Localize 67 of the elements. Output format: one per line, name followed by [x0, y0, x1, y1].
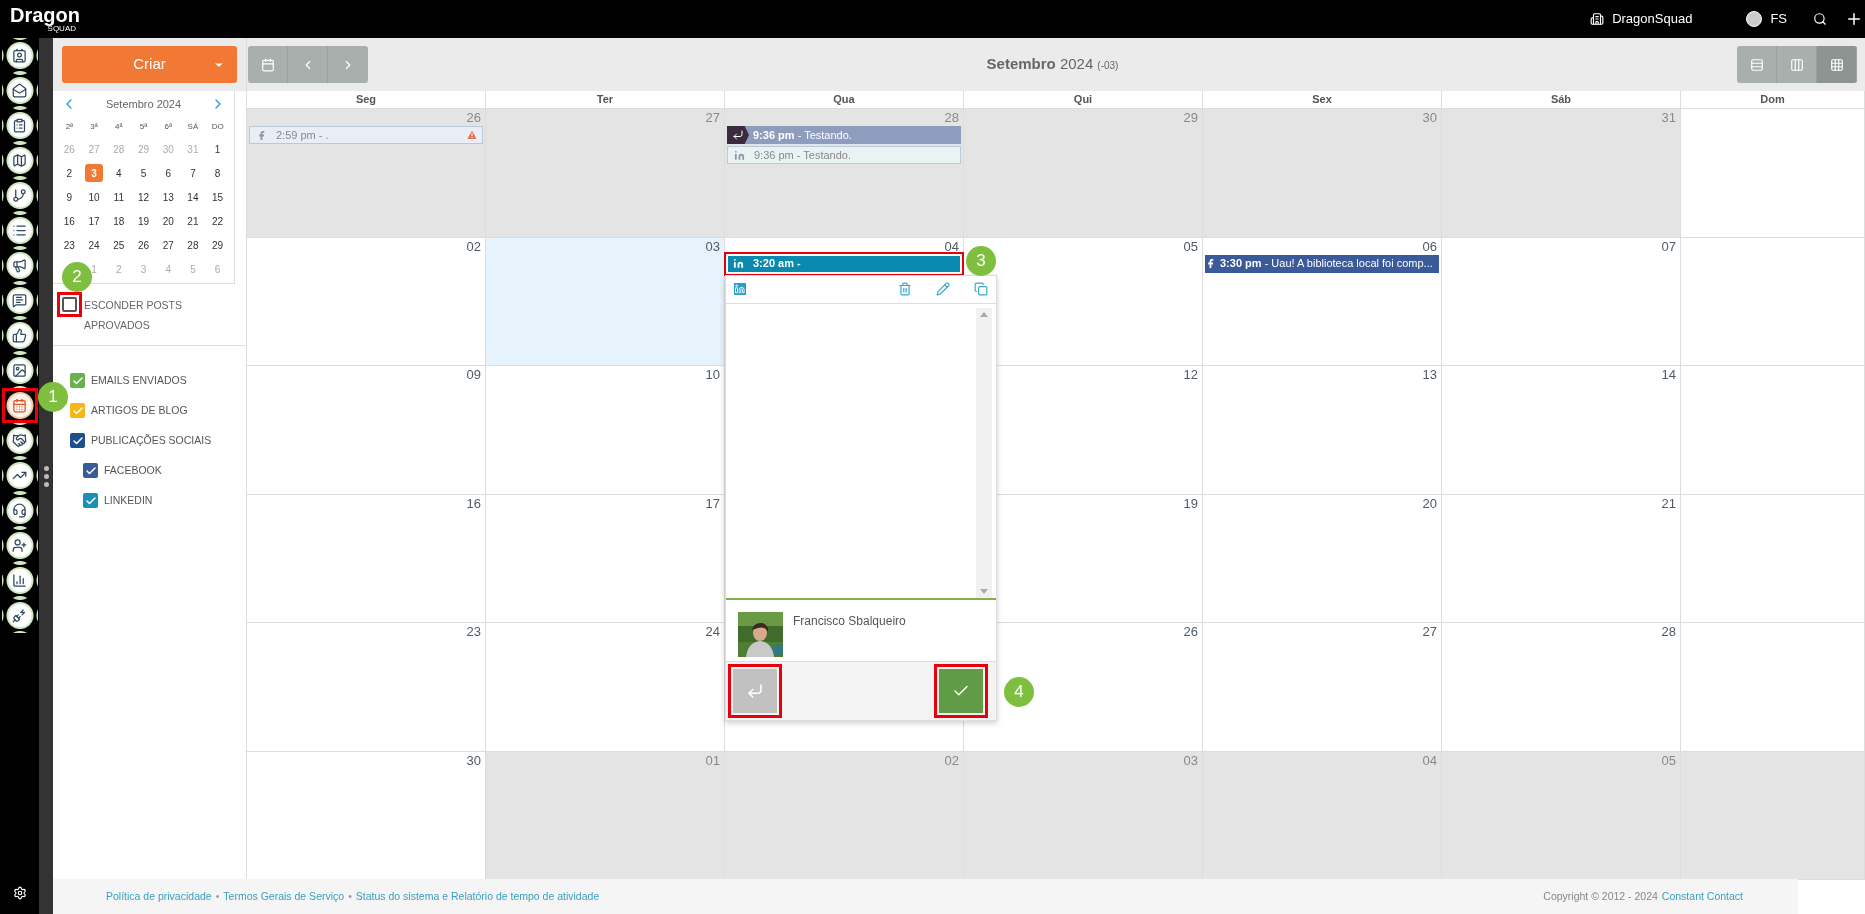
day-number: 24: [705, 624, 720, 640]
timezone-label: (-03): [1097, 59, 1119, 74]
weekday-header: Ter: [486, 91, 725, 108]
event-text: 9:36 pm - Testando.: [754, 147, 852, 163]
day-number: 07: [1661, 238, 1676, 255]
weekday-label: 2ª: [64, 121, 75, 133]
day-number: 31: [1661, 110, 1676, 126]
filter-label: ARTIGOS DE BLOG: [91, 402, 188, 418]
mini-calendar-title: Setembro 2024: [105, 96, 182, 112]
day-number: 14: [1661, 367, 1676, 383]
step-number: 1: [38, 382, 68, 412]
event-text: 3:20 am -: [753, 256, 801, 272]
day-number: 29: [1183, 110, 1198, 126]
weekday-header: Seg: [247, 91, 486, 108]
filter-label: LINKEDIN: [104, 492, 153, 508]
weekday-header: Dom: [1681, 91, 1865, 108]
weekday-label: 3ª: [89, 121, 99, 133]
weekday-header: Sáb: [1442, 91, 1681, 108]
day-number: 30: [466, 752, 481, 769]
event-text: 3:30 pm - Uau! A biblioteca local foi comp...: [1220, 256, 1433, 272]
day-number: 03: [705, 238, 720, 255]
weekday-label: DO: [210, 121, 225, 133]
author-name: Francisco Sbalqueiro: [793, 612, 906, 630]
day-number: 02: [944, 752, 959, 769]
day-number: 03: [1183, 752, 1198, 769]
filter-label: PUBLICAÇÕES SOCIAIS: [91, 432, 212, 448]
event-text: 9:36 pm - Testando.: [753, 127, 852, 143]
copyright-text: Copyright © 2012 - 2024: [1543, 888, 1658, 904]
day-number: 19: [1183, 495, 1198, 512]
day-number: 02: [466, 238, 481, 255]
filter-label: FACEBOOK: [104, 462, 162, 478]
weekday-label: 5ª: [138, 121, 149, 133]
weekday-header: Qui: [964, 91, 1203, 108]
day-number: 10: [705, 367, 720, 383]
day-number: 16: [466, 495, 481, 512]
day-number: 04: [1422, 752, 1437, 769]
separator: •: [348, 888, 352, 904]
weekday-label: 6ª: [163, 121, 173, 133]
filter-label: EMAILS ENVIADOS: [91, 372, 187, 388]
day-number: 27: [705, 110, 720, 126]
day-number: 13: [1422, 367, 1437, 383]
day-number: 09: [466, 367, 481, 383]
separator: •: [215, 888, 220, 904]
day-number: 30: [1422, 110, 1437, 126]
day-number: 27: [1422, 624, 1437, 640]
day-number: 04: [944, 238, 959, 255]
weekday-label: SÁ: [186, 121, 200, 133]
day-number: 01: [705, 752, 720, 769]
day-number: 23: [466, 624, 481, 640]
day-number: 12: [1183, 367, 1198, 383]
event-text: 2:59 pm - .: [276, 127, 329, 143]
day-number: 05: [1661, 752, 1676, 769]
day-number: 06: [1422, 238, 1437, 255]
calendar-title: Setembro 2024: [986, 54, 1094, 75]
step-number: 2: [62, 262, 92, 292]
day-number: 20: [1422, 495, 1437, 512]
day-number: 28: [944, 110, 959, 126]
checkbox-label: ESCONDER POSTS APROVADOS: [84, 298, 184, 333]
day-number: 05: [1183, 238, 1198, 255]
weekday-label: 4ª: [114, 121, 124, 133]
day-number: 17: [705, 495, 720, 512]
day-number: 28: [1661, 624, 1676, 640]
weekday-header: Qua: [725, 91, 964, 108]
weekday-header: Sex: [1203, 91, 1442, 108]
day-number: 26: [1183, 624, 1198, 640]
day-number: 26: [466, 110, 481, 126]
day-number: 21: [1661, 495, 1676, 512]
